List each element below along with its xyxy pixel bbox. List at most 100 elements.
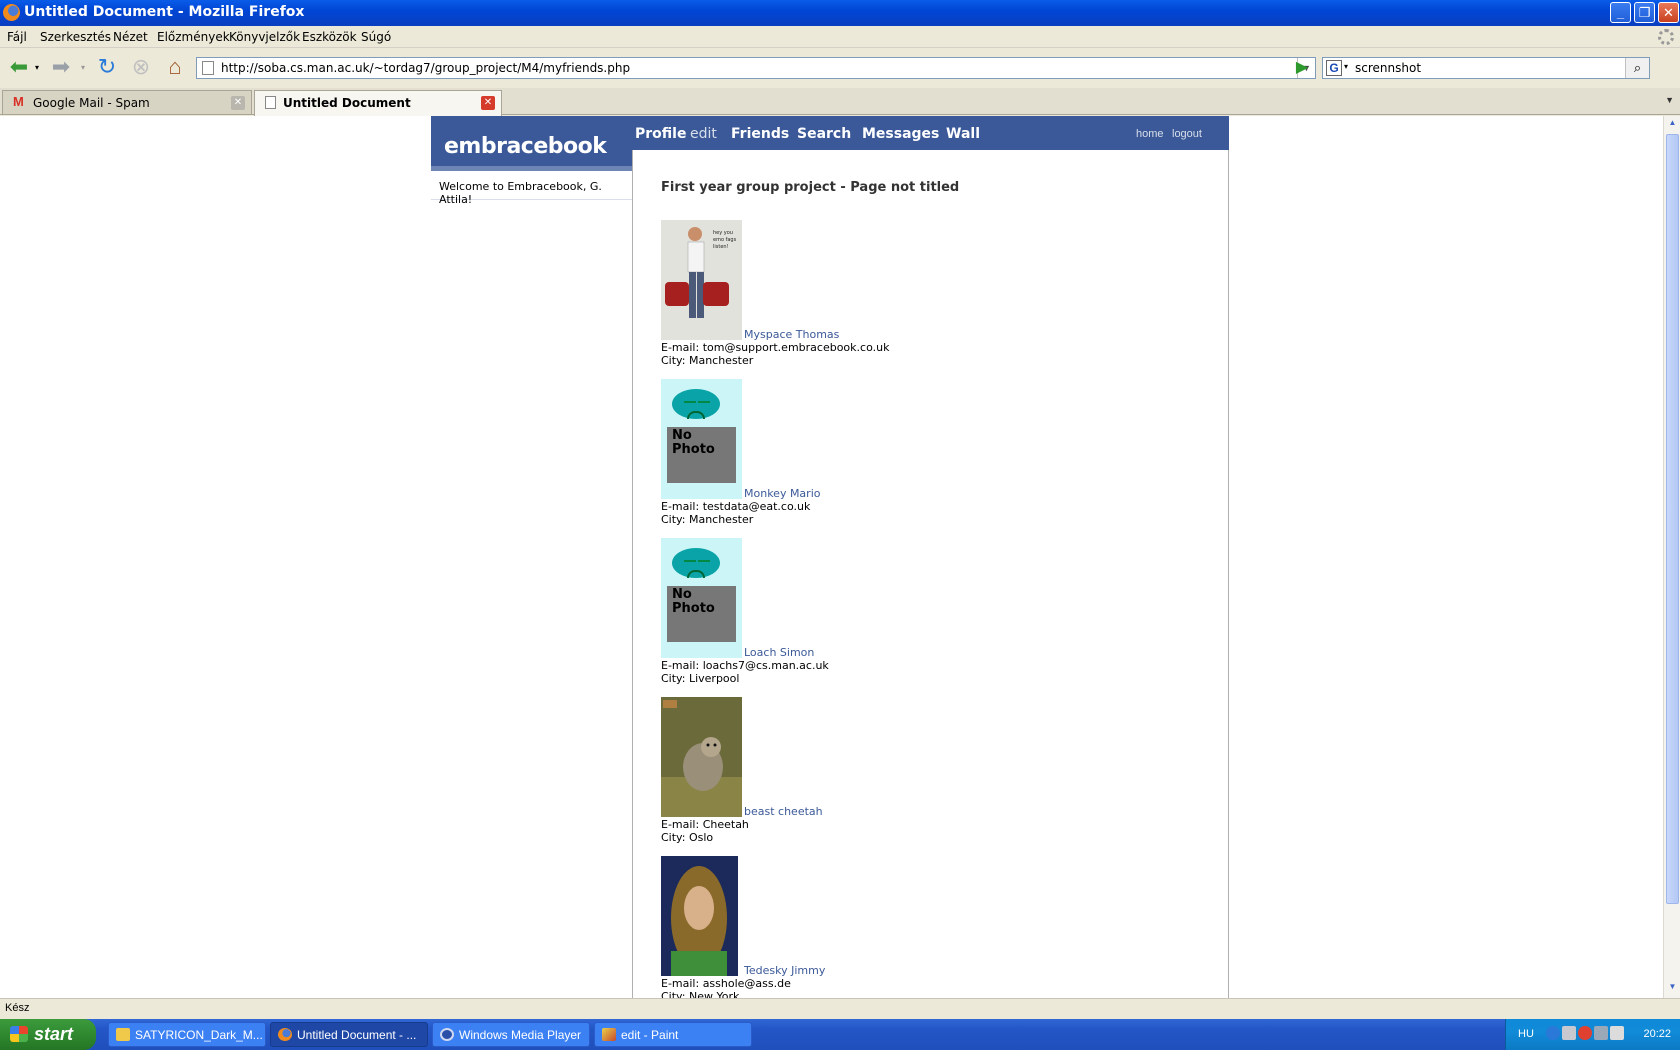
folder-icon (116, 1028, 130, 1041)
tab-label: Untitled Document (283, 96, 411, 110)
nav-friends[interactable]: Friends (731, 126, 789, 142)
back-arrow-icon[interactable]: ⬅ (4, 54, 34, 79)
throbber-icon (1658, 29, 1674, 45)
friend-city: City: Manchester (661, 354, 754, 367)
scrollbar-thumb[interactable] (1666, 134, 1679, 904)
system-tray: HU 20:22 (1505, 1019, 1680, 1050)
menu-edit[interactable]: Szerkesztés (40, 30, 111, 44)
minimize-button[interactable]: _ (1610, 2, 1631, 23)
taskbar-button-paint[interactable]: edit - Paint (594, 1022, 752, 1047)
tab-close-icon[interactable]: ✕ (481, 96, 495, 110)
display-icon[interactable] (1594, 1026, 1608, 1040)
paint-icon (602, 1028, 616, 1041)
language-indicator[interactable]: HU (1518, 1028, 1534, 1040)
nav-home[interactable]: home (1136, 128, 1164, 140)
engine-dropdown-icon[interactable]: ▾ (1344, 62, 1348, 71)
svg-text:listen!: listen! (713, 244, 729, 250)
menu-file[interactable]: Fájl (7, 30, 27, 44)
page-content: embracebook Profile edit Friends Search … (0, 116, 1663, 998)
close-window-button[interactable]: ✕ (1658, 2, 1679, 23)
menu-view[interactable]: Nézet (113, 30, 148, 44)
forward-history-dropdown-icon[interactable]: ▾ (78, 55, 88, 79)
nav-search[interactable]: Search (797, 126, 851, 142)
go-arrow-icon[interactable]: ▶ (1293, 59, 1311, 77)
friend-name-link[interactable]: Tedesky Jimmy (744, 964, 825, 977)
menu-help[interactable]: Súgó (361, 30, 391, 44)
taskbar-button-label: Windows Media Player (459, 1028, 582, 1042)
friend-city: City: New York (661, 990, 740, 998)
url-bar[interactable]: http://soba.cs.man.ac.uk/~tordag7/group_… (196, 57, 1316, 79)
taskbar-button-label: Untitled Document - ... (297, 1028, 417, 1042)
tab-label: Google Mail - Spam (33, 96, 150, 110)
status-bar: Kész (0, 998, 1680, 1018)
stop-icon[interactable]: ⊗ (128, 54, 154, 79)
scroll-up-icon[interactable]: ▲ (1666, 118, 1679, 132)
friend-email: E-mail: tom@support.embracebook.co.uk (661, 341, 890, 354)
nav-profile[interactable]: Profile (635, 126, 686, 142)
menu-bookmarks[interactable]: Könyvjelzők (229, 30, 300, 44)
menu-tools[interactable]: Eszközök (302, 30, 357, 44)
friend-email: E-mail: loachs7@cs.man.ac.uk (661, 659, 829, 672)
clock[interactable]: 20:22 (1643, 1028, 1671, 1040)
friend-name-link[interactable]: Loach Simon (744, 646, 814, 659)
back-history-dropdown-icon[interactable]: ▾ (32, 55, 42, 79)
tab-google-mail[interactable]: M Google Mail - Spam ✕ (2, 90, 252, 114)
volume-icon[interactable] (1610, 1026, 1624, 1040)
network-icon[interactable] (1562, 1026, 1576, 1040)
taskbar-button-firefox[interactable]: Untitled Document - ... (270, 1022, 428, 1047)
gmail-icon: M (13, 94, 24, 109)
tab-list-dropdown-icon[interactable]: ▼ (1665, 95, 1674, 105)
home-icon[interactable]: ⌂ (162, 54, 188, 79)
restore-button[interactable]: ❐ (1634, 2, 1655, 23)
reload-icon[interactable]: ↻ (94, 54, 120, 79)
site-logo[interactable]: embracebook (444, 134, 607, 159)
security-icon[interactable] (1578, 1026, 1592, 1040)
page-heading: First year group project - Page not titl… (661, 180, 960, 195)
sad-face-icon (672, 548, 720, 578)
search-input[interactable]: scrennshot (1355, 61, 1421, 75)
friend-photo[interactable] (661, 856, 738, 976)
search-box[interactable]: G ▾ scrennshot ⌕ (1322, 57, 1650, 79)
friend-city: City: Manchester (661, 513, 754, 526)
friend-email: E-mail: testdata@eat.co.uk (661, 500, 811, 513)
tray-chevron-icon[interactable] (1546, 1026, 1560, 1040)
svg-text:hey you: hey you (713, 230, 733, 236)
tab-untitled-document[interactable]: Untitled Document ✕ (254, 90, 502, 116)
taskbar-button-media-player[interactable]: Windows Media Player (432, 1022, 590, 1047)
welcome-message: Welcome to Embracebook, G. Attila! (431, 171, 632, 206)
friend-name-link[interactable]: Monkey Mario (744, 487, 820, 500)
tray-icons (1546, 1026, 1624, 1040)
left-sidebar (431, 171, 632, 998)
forward-arrow-icon[interactable]: ➡ (46, 54, 76, 79)
nav-edit[interactable]: edit (690, 126, 717, 142)
tab-close-icon[interactable]: ✕ (231, 96, 245, 110)
friend-name-link[interactable]: Myspace Thomas (744, 328, 839, 341)
no-photo-placeholder[interactable]: No Photo (661, 379, 742, 499)
taskbar-button-folder[interactable]: SATYRICON_Dark_M... (108, 1022, 266, 1047)
nav-logout[interactable]: logout (1172, 128, 1202, 140)
navigation-toolbar: ⬅ ▾ ➡ ▾ ↻ ⊗ ⌂ http://soba.cs.man.ac.uk/~… (0, 49, 1680, 85)
friend-email: E-mail: asshole@ass.de (661, 977, 791, 990)
vertical-scrollbar[interactable]: ▲ ▼ (1663, 116, 1680, 998)
friend-photo[interactable]: hey you emo fags listen! (661, 220, 742, 340)
friend-photo[interactable] (661, 697, 742, 817)
no-photo-label: No Photo (667, 586, 736, 642)
taskbar: start SATYRICON_Dark_M... Untitled Docum… (0, 1019, 1680, 1050)
man-with-bags-image: hey you emo fags listen! (661, 220, 742, 340)
scroll-down-icon[interactable]: ▼ (1666, 982, 1679, 996)
nav-wall[interactable]: Wall (946, 126, 980, 142)
url-text[interactable]: http://soba.cs.man.ac.uk/~tordag7/group_… (221, 61, 630, 75)
page-icon (202, 61, 214, 75)
friend-name-link[interactable]: beast cheetah (744, 805, 823, 818)
menu-history[interactable]: Előzmények (157, 30, 230, 44)
google-engine-icon[interactable]: G (1326, 60, 1342, 76)
tab-bar: M Google Mail - Spam ✕ Untitled Document… (0, 88, 1680, 116)
windows-logo-icon (10, 1026, 28, 1042)
taskbar-button-label: edit - Paint (621, 1028, 679, 1042)
friend-city: City: Liverpool (661, 672, 740, 685)
start-button[interactable]: start (0, 1019, 96, 1050)
search-magnifier-icon[interactable]: ⌕ (1625, 58, 1649, 78)
nav-messages[interactable]: Messages (862, 126, 939, 142)
firefox-icon (3, 4, 20, 21)
no-photo-placeholder[interactable]: No Photo (661, 538, 742, 658)
